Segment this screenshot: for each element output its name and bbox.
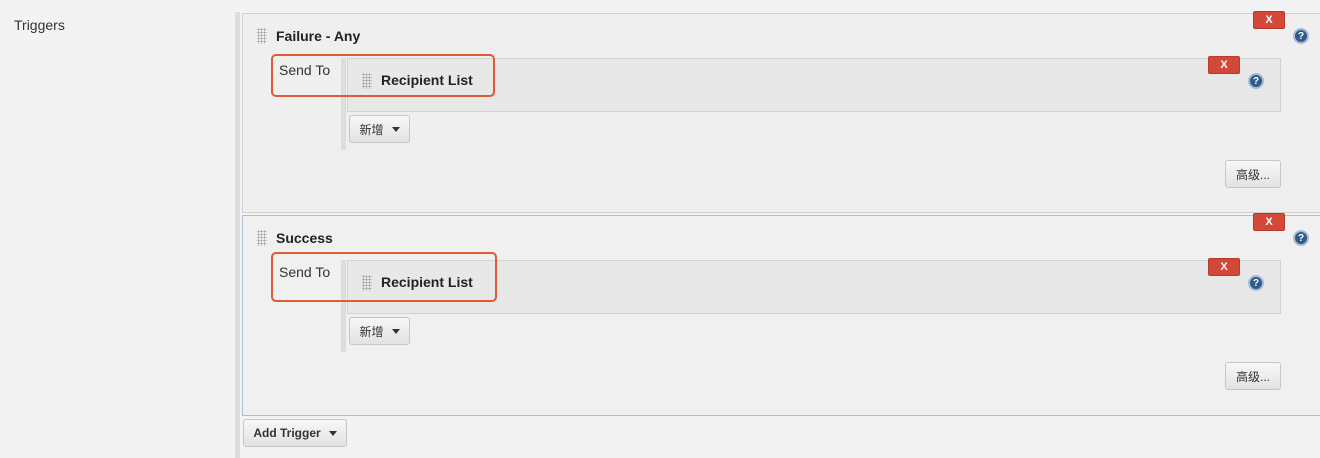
trigger-title: Success: [276, 230, 333, 246]
help-icon[interactable]: ?: [1293, 230, 1309, 246]
highlight-box: [271, 54, 495, 97]
help-icon[interactable]: ?: [1293, 28, 1309, 44]
help-icon[interactable]: ?: [1248, 275, 1264, 291]
add-recipient-button[interactable]: 新增: [349, 317, 410, 345]
delete-recipient-button[interactable]: X: [1208, 56, 1240, 74]
trigger-failure-any: Failure - Any X ? Send To Recipient List…: [242, 11, 1320, 213]
trigger-success: Success X ? Send To Recipient List X ? 新…: [242, 213, 1320, 416]
advanced-button[interactable]: 高级...: [1225, 160, 1281, 188]
add-label: 新增: [359, 122, 384, 137]
trigger-title: Failure - Any: [276, 28, 361, 44]
add-recipient-button[interactable]: 新增: [349, 115, 410, 143]
left-rail: [235, 12, 240, 458]
delete-trigger-button[interactable]: X: [1253, 11, 1285, 29]
add-label: 新增: [359, 324, 384, 339]
advanced-button[interactable]: 高级...: [1225, 362, 1281, 390]
add-trigger-button[interactable]: Add Trigger: [243, 419, 347, 447]
triggers-label: Triggers: [14, 17, 65, 33]
delete-recipient-button[interactable]: X: [1208, 258, 1240, 276]
delete-trigger-button[interactable]: X: [1253, 213, 1285, 231]
chevron-down-icon: [391, 328, 400, 334]
drag-handle-icon[interactable]: [257, 28, 267, 44]
chevron-down-icon: [391, 126, 400, 132]
help-icon[interactable]: ?: [1248, 73, 1264, 89]
chevron-down-icon: [328, 430, 337, 436]
drag-handle-icon[interactable]: [257, 230, 267, 246]
add-trigger-label: Add Trigger: [253, 426, 321, 440]
highlight-box: [271, 252, 497, 302]
